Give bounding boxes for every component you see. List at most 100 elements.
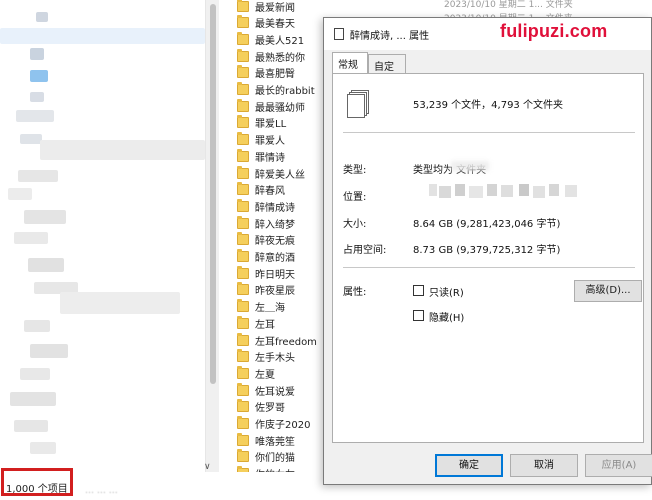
- properties-dialog[interactable]: 醉情成诗, ... 属性 fulipuzi.com 常规 自定义 53,239 …: [323, 17, 652, 485]
- tab-custom[interactable]: 自定义: [368, 54, 406, 88]
- list-item[interactable]: 你们的猫: [237, 449, 295, 465]
- folder-icon: [237, 382, 249, 396]
- file-name: 醉情成诗: [255, 202, 295, 214]
- list-item[interactable]: 左耳: [237, 315, 275, 331]
- hidden-label[interactable]: 隐藏(H): [429, 309, 464, 324]
- watermark: fulipuzi.com: [500, 21, 608, 41]
- folder-icon: [237, 416, 249, 429]
- readonly-checkbox[interactable]: [413, 285, 424, 296]
- list-item[interactable]: 罪爱人: [237, 132, 285, 148]
- location-value-redacted: [429, 184, 579, 198]
- folder-icon: [237, 399, 249, 413]
- readonly-label[interactable]: 只读(R): [429, 284, 464, 299]
- list-item[interactable]: 最爱新闻: [237, 0, 295, 14]
- list-item[interactable]: 最美春天: [237, 15, 295, 31]
- list-item[interactable]: 最熟悉的你: [237, 48, 305, 64]
- folder-icon: [237, 432, 249, 446]
- file-name: 醉入绮梦: [255, 219, 295, 231]
- nav-scrollbar[interactable]: [205, 0, 219, 472]
- nav-blurred-label: [28, 258, 64, 272]
- list-item[interactable]: 醉情成诗: [237, 198, 295, 214]
- file-name: 昨日明天: [255, 269, 295, 281]
- file-name: 昨夜星辰: [255, 286, 295, 298]
- list-item[interactable]: 左耳freedom: [237, 332, 317, 348]
- list-item[interactable]: 醉夜无痕: [237, 232, 295, 248]
- list-item[interactable]: 醉意的酒: [237, 249, 295, 265]
- folder-icon: [237, 249, 249, 262]
- file-name: 最长的rabbit: [255, 86, 315, 97]
- nav-scrollbar-thumb[interactable]: [210, 4, 216, 384]
- list-item[interactable]: 醉爱美人丝: [237, 165, 305, 181]
- nav-blurred-label: [10, 392, 56, 406]
- tab-general[interactable]: 常规: [332, 52, 368, 73]
- folder-icon: [237, 82, 249, 95]
- size-label: 大小:: [343, 219, 367, 230]
- location-label: 位置:: [343, 192, 367, 203]
- file-name: 左手木头: [255, 353, 295, 365]
- nav-blurred-label: [18, 170, 58, 182]
- folder-icon: [237, 332, 249, 346]
- folder-icon: [237, 365, 249, 379]
- apply-button[interactable]: 应用(A): [585, 454, 652, 477]
- scroll-down-icon[interactable]: ∨: [204, 462, 211, 472]
- list-item[interactable]: 昨日明天: [237, 265, 295, 281]
- nav-selected-row[interactable]: [0, 28, 205, 44]
- nav-blurred-row: [60, 292, 180, 314]
- folder-icon: [237, 232, 249, 246]
- list-item[interactable]: 罪爱LL: [237, 115, 286, 131]
- list-item[interactable]: 昨夜星辰: [237, 282, 295, 298]
- nav-blurred-label: [24, 210, 66, 224]
- file-name: 最最骚幼师: [255, 102, 305, 114]
- file-name: 最美人521: [255, 35, 305, 47]
- folder-icon: [237, 48, 249, 62]
- nav-blurred-label: [30, 442, 56, 454]
- folder-icon: [237, 31, 249, 45]
- list-item[interactable]: 佐罗哥: [237, 399, 285, 415]
- file-name: 最爱新闻: [255, 2, 295, 14]
- list-item[interactable]: 佐耳说爱: [237, 382, 295, 398]
- file-name: 罪爱LL: [255, 119, 287, 131]
- folder-icon: [237, 132, 249, 146]
- folder-icon: [237, 299, 249, 313]
- list-item[interactable]: 醉入绮梦: [237, 215, 295, 231]
- file-list[interactable]: 最爱新闻 最美春天最美人521 最熟悉的你 最喜肥臀最长的rabbit 最最骚幼师罪爱L…: [219, 0, 323, 472]
- folder-icon: [237, 15, 249, 29]
- disk-size-value: 8.73 GB (9,379,725,312 字节): [413, 245, 561, 256]
- navigation-pane[interactable]: [0, 0, 205, 472]
- file-name: 罪爱人: [255, 136, 285, 148]
- cancel-button[interactable]: 取消: [510, 454, 578, 477]
- faded-status-text: … … …: [85, 486, 118, 496]
- list-item[interactable]: 最最骚幼师: [237, 98, 305, 114]
- general-panel: 53,239 个文件，4,793 个文件夹 类型: 类型均为 文件夹 位置: 大…: [332, 73, 644, 443]
- list-item[interactable]: 醉春风: [237, 182, 285, 198]
- list-item[interactable]: 左＿海: [237, 299, 285, 315]
- nav-blurred-label: [20, 368, 50, 380]
- list-item[interactable]: 唯落莞笙: [237, 432, 295, 448]
- folder-icon: [237, 282, 249, 296]
- list-item[interactable]: 最长的rabbit: [237, 82, 315, 98]
- ok-button[interactable]: 确定: [435, 454, 503, 477]
- list-item[interactable]: 左夏: [237, 365, 275, 381]
- hidden-checkbox[interactable]: [413, 310, 424, 321]
- folder-icon: [237, 349, 249, 363]
- list-item[interactable]: 罪情诗: [237, 148, 285, 164]
- file-name: 左＿海: [255, 303, 285, 315]
- file-name: 左耳: [255, 319, 275, 331]
- advanced-button[interactable]: 高级(D)...: [574, 280, 642, 302]
- list-item[interactable]: 最美人521: [237, 31, 304, 47]
- nav-blurred-label: [24, 320, 50, 332]
- file-name: 罪情诗: [255, 152, 285, 164]
- file-name: 醉夜无痕: [255, 236, 295, 248]
- highlight-box: [1, 468, 73, 496]
- list-item[interactable]: 最喜肥臀: [237, 65, 295, 81]
- list-item[interactable]: 作庋子2020: [237, 416, 310, 432]
- dialog-title-bar[interactable]: 醉情成诗, ... 属性 fulipuzi.com: [324, 18, 651, 50]
- blur-overlay: [451, 161, 489, 171]
- list-item[interactable]: 左手木头: [237, 349, 295, 365]
- nav-blurred-label: [14, 420, 48, 432]
- nav-blurred-label: [30, 344, 68, 358]
- nav-blurred-icon: [30, 48, 44, 60]
- folder-icon: [237, 0, 249, 12]
- nav-blurred-row: [40, 140, 205, 160]
- file-name: 唯落莞笙: [255, 436, 295, 448]
